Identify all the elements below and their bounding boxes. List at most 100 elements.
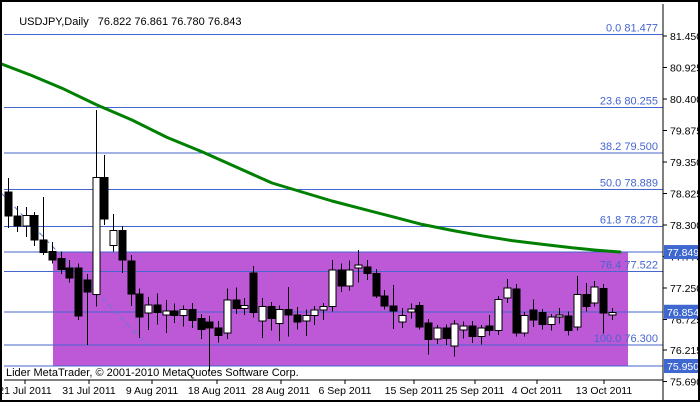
candle-bear	[293, 314, 302, 323]
candle-bear	[74, 267, 83, 317]
candle-bull	[520, 315, 529, 334]
candle-bear	[485, 325, 494, 332]
candle-bear	[538, 312, 547, 326]
candle-bull	[547, 316, 556, 326]
candle-bear	[57, 258, 66, 270]
candle-bear	[232, 299, 241, 309]
price-tick-label: 77.250	[670, 283, 700, 295]
date-tick-label: 15 Sep 2011	[385, 385, 444, 397]
candle-bull	[109, 229, 118, 246]
candle-bull	[144, 304, 153, 314]
candle-bull	[459, 325, 468, 331]
candle-bear	[372, 273, 381, 297]
price-tick-label: 81.450	[670, 31, 700, 43]
chart-window: USDJPY,Daily 76.822 76.861 76.780 76.843 …	[0, 0, 700, 402]
candle-bull	[503, 287, 512, 299]
candle-bear	[205, 321, 214, 329]
candle-bear	[83, 279, 92, 293]
price-tick-label: 80.400	[670, 94, 700, 106]
chart-canvas[interactable]: 0.0 81.477 23.6 80.255 38.2 79.500 50.0 78.…	[2, 2, 700, 402]
candle-bull	[477, 327, 486, 338]
candle-bull	[608, 311, 617, 316]
candle-bear	[389, 305, 398, 312]
candle-bear	[337, 269, 346, 287]
copyright-label: Lider MetaTrader, © 2001-2010 MetaQuotes…	[6, 367, 299, 379]
candle-bear	[100, 177, 109, 220]
candle-bull	[319, 306, 328, 311]
candle-bear	[30, 214, 39, 241]
date-tick-label: 6 Sep 2011	[319, 385, 372, 397]
candle-bull	[223, 299, 232, 334]
candle-bull	[275, 309, 284, 324]
price-tick-label: 79.350	[670, 157, 700, 169]
candle-bear	[118, 229, 127, 261]
price-badge-label: 75.950	[667, 361, 699, 373]
candle-bear	[13, 215, 22, 227]
candle-bear	[188, 309, 197, 321]
candle-bear	[153, 304, 162, 314]
candle-bear	[468, 325, 477, 338]
fibonacci-label: 23.6 80.255	[600, 96, 658, 108]
price-tick-label: 78.300	[670, 220, 700, 232]
candle-bear	[442, 327, 451, 339]
fibonacci-label: 38.2 79.500	[600, 141, 658, 153]
date-tick-label: 18 Aug 2011	[188, 385, 246, 397]
candle-bear	[380, 295, 389, 307]
candle-bull	[433, 327, 442, 340]
candle-bull	[162, 310, 171, 316]
candle-bear	[170, 310, 179, 317]
candle-bear	[582, 294, 591, 308]
candle-bull	[555, 314, 564, 318]
candle-bear	[4, 191, 13, 217]
date-tick-label: 13 Oct 2011	[576, 385, 633, 397]
candle-bull	[328, 269, 337, 308]
candle-bull	[22, 214, 31, 227]
price-tick-label: 80.925	[670, 63, 700, 75]
candle-bear	[599, 288, 608, 314]
candle-bear	[127, 260, 136, 295]
candle-bear	[249, 272, 258, 314]
date-tick-label: 25 Sep 2011	[446, 385, 505, 397]
candle-bear	[564, 315, 573, 332]
fibonacci-label: 50.0 78.889	[600, 178, 658, 190]
candle-bull	[179, 309, 188, 317]
symbol-period-label: USDJPY,Daily	[19, 16, 89, 28]
fibonacci-label: 61.8 78.278	[600, 214, 658, 226]
fibonacci-label: 0.0 81.477	[606, 22, 658, 34]
candle-bull	[590, 286, 599, 304]
price-tick-label: 79.875	[670, 126, 700, 138]
candle-bear	[512, 288, 521, 334]
candle-bear	[363, 266, 372, 275]
candle-bull	[240, 304, 249, 309]
candle-bull	[450, 323, 459, 347]
candle-bull	[494, 298, 503, 332]
date-tick-label: 4 Oct 2011	[512, 385, 563, 397]
candle-bull	[398, 315, 407, 323]
candle-bull	[354, 264, 363, 269]
candle-bear	[214, 327, 223, 336]
candle-bull	[92, 177, 101, 296]
price-badge-label: 77.849	[667, 247, 699, 259]
price-tick-label: 78.825	[670, 189, 700, 201]
candle-bull	[407, 308, 416, 313]
candle-bull	[310, 309, 319, 317]
candle-bear	[415, 304, 424, 328]
candle-bear	[284, 309, 293, 316]
fibonacci-label: 76.4 77.522	[600, 260, 658, 272]
candle-bear	[48, 250, 57, 261]
candle-bull	[573, 294, 582, 328]
candle-bull	[302, 315, 311, 322]
fibonacci-label: 100.0 76.300	[594, 333, 658, 345]
candle-bear	[529, 309, 538, 321]
candle-bear	[197, 318, 206, 330]
candle-bear	[267, 306, 276, 320]
price-tick-label: 75.690	[670, 377, 700, 389]
date-tick-label: 28 Aug 2011	[252, 385, 310, 397]
candle-bear	[39, 239, 48, 254]
candle-bear	[424, 322, 433, 341]
price-badge-label: 76.854	[667, 307, 699, 319]
candle-bull	[345, 269, 354, 287]
price-tick-label: 76.215	[670, 345, 700, 357]
chart-title: USDJPY,Daily 76.822 76.861 76.780 76.843	[7, 4, 241, 28]
candle-bear	[65, 267, 74, 279]
